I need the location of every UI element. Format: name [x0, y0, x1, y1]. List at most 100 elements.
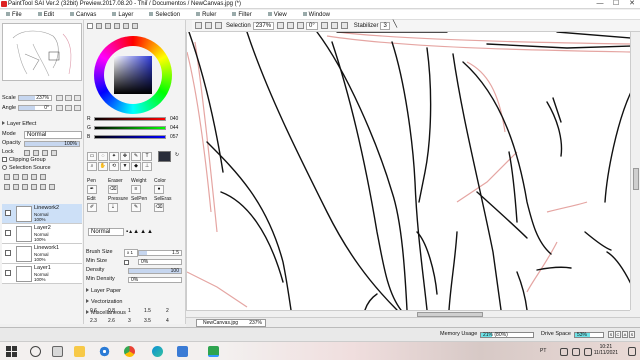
density-slider[interactable]: 100: [128, 268, 182, 274]
minimize-button[interactable]: —: [592, 0, 608, 9]
size-preset[interactable]: 2.6: [108, 318, 115, 324]
clock[interactable]: 10:21 11/11/2021: [594, 344, 618, 356]
delete-layer-icon[interactable]: [22, 184, 28, 190]
lock-all-icon[interactable]: [51, 150, 57, 156]
clear-layer-icon[interactable]: [40, 174, 46, 180]
visibility-toggle-icon[interactable]: [5, 210, 11, 216]
angle-down-button[interactable]: [56, 105, 63, 111]
min-size-slider[interactable]: 0%: [138, 259, 182, 265]
min-size-checkbox[interactable]: [124, 260, 129, 265]
scale-slider[interactable]: 237%: [18, 95, 52, 101]
angle-select[interactable]: 0°: [306, 21, 318, 30]
swap-colors-icon[interactable]: ↻: [172, 152, 182, 161]
menu-layer[interactable]: Layer: [112, 12, 133, 18]
new-linework-icon[interactable]: [13, 174, 19, 180]
palette-mode-icon[interactable]: [114, 23, 120, 29]
color-tool-icon[interactable]: ●: [154, 185, 164, 194]
selpen-tool-icon[interactable]: ✎: [131, 203, 141, 212]
size-preset[interactable]: 1: [128, 308, 131, 314]
pressure-tool-icon[interactable]: ⇣: [108, 203, 118, 212]
rgb-slider-mode-icon[interactable]: [96, 23, 102, 29]
menu-canvas[interactable]: Canvas: [70, 12, 96, 18]
opacity-slider[interactable]: 100%: [24, 141, 80, 147]
size-preset[interactable]: 2: [166, 308, 169, 314]
new-folder-icon[interactable]: [22, 174, 28, 180]
volume-icon[interactable]: [572, 348, 580, 356]
rotate-tool-icon[interactable]: ⟲: [109, 162, 119, 171]
min-density-slider[interactable]: 0%: [128, 277, 182, 283]
tool-tab-eraser[interactable]: Eraser: [108, 178, 123, 184]
undo-icon[interactable]: [195, 22, 202, 29]
visibility-toggle-icon[interactable]: [5, 270, 11, 276]
horizontal-scrollbar[interactable]: [186, 310, 630, 317]
apply-mask-icon[interactable]: [40, 184, 46, 190]
edge-icon[interactable]: [152, 346, 163, 357]
layer-effect-header[interactable]: Layer Effect: [2, 121, 36, 127]
blend-mode-select[interactable]: Normal: [24, 131, 82, 139]
notifications-icon[interactable]: [628, 347, 636, 356]
layer-paper-section[interactable]: Layer Paper: [86, 288, 121, 294]
battery-icon[interactable]: [584, 348, 592, 356]
task-view-icon[interactable]: [52, 346, 63, 357]
move-icon[interactable]: ✥: [120, 152, 130, 161]
edit-tool-icon[interactable]: ✐: [87, 203, 97, 212]
scale-down-button[interactable]: [56, 95, 63, 101]
tool-tab-pen[interactable]: Pen: [87, 178, 96, 184]
blue-slider[interactable]: [94, 135, 166, 139]
visibility-toggle-icon[interactable]: [5, 250, 11, 256]
menu-ruler[interactable]: Ruler: [196, 12, 216, 18]
layer-mask-icon[interactable]: [31, 184, 37, 190]
network-icon[interactable]: [560, 348, 568, 356]
angle-up-button[interactable]: [65, 105, 72, 111]
tool-tab-selpen[interactable]: SelPen: [131, 196, 147, 202]
swatches-mode-icon[interactable]: [123, 23, 129, 29]
lock-move-icon[interactable]: [42, 150, 48, 156]
zoom-in-icon[interactable]: [287, 22, 295, 29]
flip-icon[interactable]: [340, 22, 348, 29]
stabilizer-select[interactable]: 3: [380, 21, 390, 30]
brush-size-slider[interactable]: 1.5: [138, 250, 182, 256]
color-wheel[interactable]: [94, 36, 172, 114]
eyedropper-icon[interactable]: ✎: [131, 152, 141, 161]
eraser-tool-icon[interactable]: ⌫: [108, 185, 118, 194]
redo-icon[interactable]: [205, 22, 212, 29]
tool-tab-edit[interactable]: Edit: [87, 196, 96, 202]
selection-source-radio[interactable]: [2, 165, 7, 171]
layer-item[interactable]: Layer2 Normal 100%: [2, 224, 82, 244]
green-slider[interactable]: [94, 126, 166, 130]
layer-item[interactable]: Linework1 Normal 100%: [2, 244, 82, 264]
vectorization-section[interactable]: Vectorization: [86, 299, 123, 305]
size-preset[interactable]: 2.3: [90, 318, 97, 324]
search-icon[interactable]: [30, 346, 41, 357]
size-preset[interactable]: 1.5: [144, 308, 151, 314]
tool-tab-weight[interactable]: Weight: [131, 178, 146, 184]
chrome-browser-icon[interactable]: [124, 346, 135, 357]
red-slider[interactable]: [94, 117, 166, 121]
seleras-tool-icon[interactable]: ⌫: [154, 203, 164, 212]
tool-tab-pressure[interactable]: Pressure: [108, 196, 128, 202]
zoom-tool-icon[interactable]: ⌕: [87, 162, 97, 171]
angle-reset-button[interactable]: [74, 105, 81, 111]
brush-mode-select[interactable]: Normal: [88, 228, 124, 236]
input-language[interactable]: PT: [540, 348, 546, 354]
zoom-out-icon[interactable]: [277, 22, 285, 29]
layer-item[interactable]: Layer1 Normal 100%: [2, 264, 82, 284]
magic-wand-icon[interactable]: ✦: [109, 152, 119, 161]
text-tool-icon[interactable]: T: [142, 152, 152, 161]
menu-edit[interactable]: Edit: [37, 12, 54, 18]
menu-view[interactable]: View: [267, 12, 287, 18]
navigator-preview[interactable]: [2, 23, 82, 81]
layer-item[interactable]: Linework2 Normal 100%: [2, 204, 82, 224]
store-icon[interactable]: [177, 346, 188, 357]
copy-layer-icon[interactable]: [31, 174, 37, 180]
clipping-group-checkbox[interactable]: [2, 157, 7, 163]
lock-transparency-icon[interactable]: [24, 150, 30, 156]
vertical-scrollbar[interactable]: [630, 32, 640, 310]
saturation-value-square[interactable]: [114, 56, 152, 94]
hsv-slider-mode-icon[interactable]: [105, 23, 111, 29]
menu-window[interactable]: Window: [302, 12, 330, 18]
tool-tab-color[interactable]: Color: [154, 178, 166, 184]
merge-down-icon[interactable]: [4, 184, 10, 190]
painttool-sai-taskbar-icon[interactable]: [208, 346, 219, 357]
lock-paint-icon[interactable]: [33, 150, 39, 156]
